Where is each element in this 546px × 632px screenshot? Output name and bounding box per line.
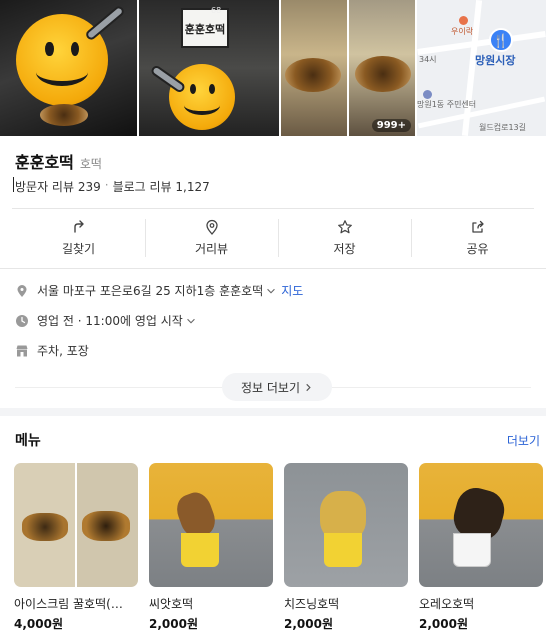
address-text: 서울 마포구 포은로6길 25 지하1층 훈훈호떡 [37, 284, 264, 298]
menu-section-title: 메뉴 [15, 433, 41, 449]
clock-icon [16, 314, 28, 327]
hotteok-image [355, 56, 411, 92]
text-cursor [13, 177, 14, 192]
menu-more-link[interactable]: 더보기 [507, 432, 540, 449]
menu-list: 아이스크림 꿀호떡(… 4,000원 씨앗호떡 2,000원 치즈닝호떡 2,0… [14, 463, 543, 632]
menu-item-name: 치즈닝호떡 [284, 597, 340, 611]
more-info-label: 정보 더보기 [240, 380, 300, 395]
store-sign-number: 68 [211, 6, 222, 15]
photo-2[interactable]: 훈훈호떡 68 [139, 0, 279, 136]
hours-text: 영업 전 · 11:00에 영업 시작 [37, 314, 183, 328]
store-sign: 훈훈호떡 [181, 8, 229, 48]
amenities-text: 주차, 포장 [37, 344, 89, 358]
chevron-down-icon[interactable] [265, 285, 277, 297]
place-title-row: 훈훈호떡 호떡 [15, 149, 102, 173]
menu-item-price: 2,000원 [284, 617, 333, 631]
photo-strip[interactable]: 훈훈호떡 68 999+ 우이락 34시 🍴 망원시장 망원1동 주민센터 월드… [0, 0, 546, 136]
street-view-label: 거리뷰 [194, 242, 229, 256]
map-label: 34시 [419, 55, 437, 64]
photo-count-badge: 999+ [371, 119, 411, 132]
place-name: 훈훈호떡 [15, 153, 74, 172]
hotteok-image [40, 104, 88, 126]
map-poi-icon [423, 90, 432, 99]
menu-item[interactable]: 아이스크림 꿀호떡(… 4,000원 [14, 463, 138, 632]
share-icon [471, 220, 484, 233]
menu-item[interactable]: 치즈닝호떡 2,000원 [284, 463, 408, 632]
smiley-sign-image [169, 64, 235, 130]
place-category: 호떡 [79, 157, 102, 171]
location-pin-icon [205, 219, 218, 235]
chevron-down-icon[interactable] [185, 315, 197, 327]
hotteok-image [285, 58, 341, 92]
share-label: 공유 [466, 242, 489, 256]
map-pin-icon: 🍴 [489, 28, 513, 52]
directions-button[interactable]: 길찾기 [12, 213, 145, 263]
photo-1[interactable] [0, 0, 137, 136]
visitor-reviews-link[interactable]: 방문자 리뷰 239 [15, 178, 101, 195]
map-label: 월드컵로13길 [479, 123, 526, 132]
store-icon [16, 345, 28, 356]
directions-icon [73, 220, 84, 233]
map-link[interactable]: 지도 [281, 282, 303, 299]
star-icon [337, 220, 352, 234]
photo-4[interactable]: 999+ [349, 0, 415, 136]
hours-row[interactable]: 영업 전 · 11:00에 영업 시작 [15, 312, 205, 329]
action-bar: 길찾기 거리뷰 저장 공유 [12, 213, 544, 263]
chevron-right-icon [306, 383, 311, 391]
map-place-label: 망원시장 [475, 54, 516, 67]
amenities-row: 주차, 포장 [15, 342, 89, 359]
map-label: 망원1동 주민센터 [417, 100, 477, 109]
map-poi-icon [459, 16, 468, 25]
location-pin-icon [17, 284, 27, 297]
blog-reviews-link[interactable]: 블로그 리뷰 1,127 [113, 178, 210, 195]
menu-item-name: 씨앗호떡 [149, 597, 194, 611]
more-info-button[interactable]: 정보 더보기 [222, 373, 332, 401]
save-label: 저장 [333, 242, 356, 256]
review-summary: 방문자 리뷰 239 · 블로그 리뷰 1,127 [15, 178, 210, 195]
share-button[interactable]: 공유 [411, 213, 544, 263]
directions-label: 길찾기 [61, 242, 96, 256]
menu-item-image [419, 463, 543, 587]
menu-item-image [14, 463, 138, 587]
menu-item-name: 오레오호떡 [419, 597, 475, 611]
section-divider [0, 408, 546, 416]
map-thumbnail[interactable]: 우이락 34시 🍴 망원시장 망원1동 주민센터 월드컵로13길 [417, 0, 546, 136]
street-view-button[interactable]: 거리뷰 [145, 213, 278, 263]
divider [0, 268, 546, 269]
menu-item[interactable]: 씨앗호떡 2,000원 [149, 463, 273, 632]
menu-item[interactable]: 오레오호떡 2,000원 [419, 463, 543, 632]
menu-item-image [149, 463, 273, 587]
menu-item-price: 2,000원 [149, 617, 198, 631]
menu-item-price: 2,000원 [419, 617, 468, 631]
photo-3[interactable] [281, 0, 347, 136]
map-label: 우이락 [451, 27, 474, 36]
menu-item-name: 아이스크림 꿀호떡(… [14, 597, 123, 611]
address-row: 서울 마포구 포은로6길 25 지하1층 훈훈호떡 지도 [15, 282, 303, 299]
divider [12, 208, 534, 209]
menu-item-price: 4,000원 [14, 617, 63, 631]
menu-item-image [284, 463, 408, 587]
save-button[interactable]: 저장 [278, 213, 411, 263]
